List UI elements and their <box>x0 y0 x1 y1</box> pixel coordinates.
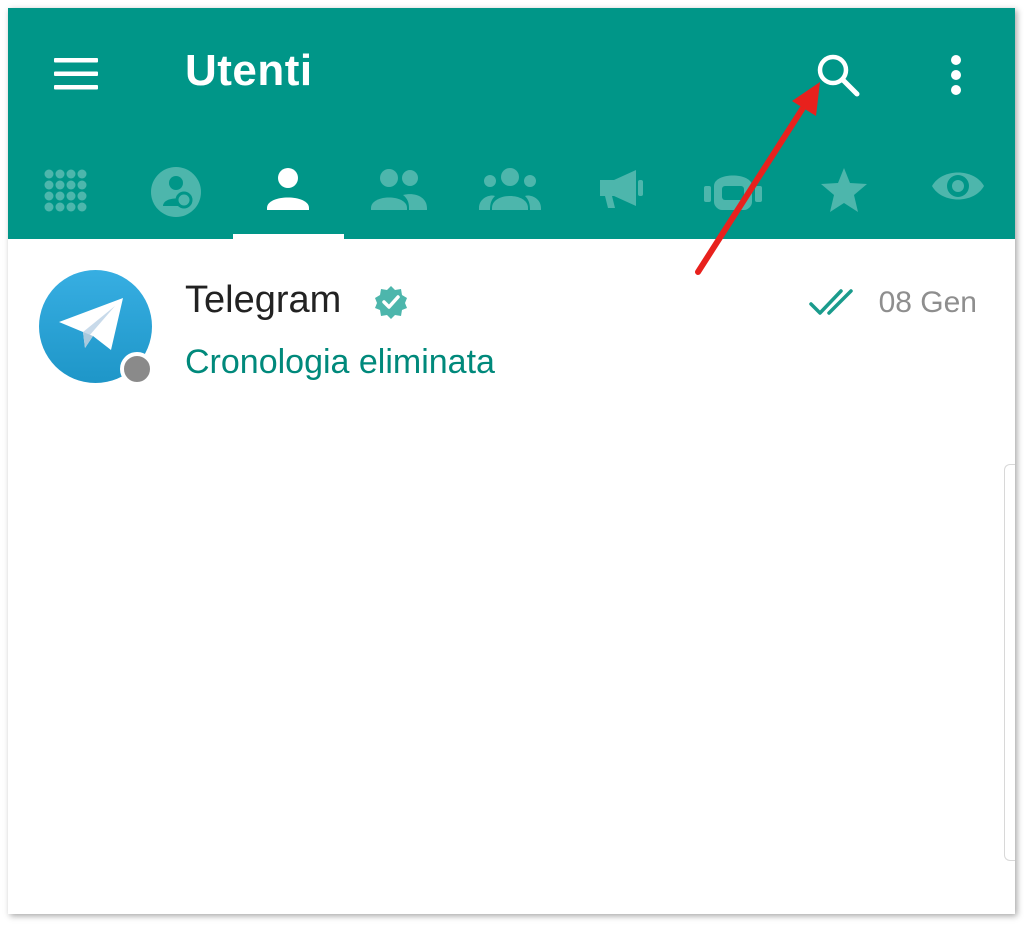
offline-status-indicator <box>120 352 154 386</box>
last-message-preview: Cronologia eliminata <box>185 343 495 381</box>
menu-button[interactable] <box>48 50 104 98</box>
page-title: Utenti <box>185 46 313 95</box>
tab-unread-only[interactable] <box>903 156 1013 239</box>
app-screen: Utenti Telegram Cronologia eliminata 08 … <box>8 8 1015 914</box>
chat-list-item[interactable]: Telegram Cronologia eliminata 08 Gen <box>8 239 1015 399</box>
unread-eye-icon <box>932 172 984 200</box>
verified-badge-icon <box>375 286 407 319</box>
filter-tabs <box>8 156 1015 239</box>
tab-channels[interactable] <box>566 156 676 239</box>
search-button[interactable] <box>808 48 868 102</box>
tab-bots[interactable] <box>678 156 788 239</box>
tab-groups[interactable] <box>344 156 454 239</box>
torn-edge <box>8 904 1015 914</box>
channel-megaphone-icon <box>600 170 643 208</box>
tab-unread[interactable] <box>121 156 231 239</box>
group-icon <box>371 169 427 210</box>
favorites-star-icon <box>821 168 867 212</box>
more-options-button[interactable] <box>934 48 978 102</box>
chat-name: Telegram <box>185 279 342 321</box>
tab-all[interactable] <box>10 156 120 239</box>
unread-contacts-icon <box>151 167 201 217</box>
tab-users[interactable] <box>233 156 343 239</box>
bot-icon <box>704 175 762 210</box>
tab-favorites[interactable] <box>789 156 899 239</box>
scrollbar[interactable] <box>1004 464 1015 861</box>
tab-supergroups[interactable] <box>455 156 565 239</box>
all-chats-grid-icon <box>44 169 87 212</box>
more-vertical-icon <box>951 55 961 95</box>
hamburger-menu-icon <box>54 58 98 90</box>
user-icon <box>267 168 309 210</box>
search-icon <box>817 54 860 97</box>
app-bar: Utenti <box>8 8 1015 239</box>
double-check-icon <box>809 289 853 315</box>
chat-timestamp: 08 Gen <box>878 286 977 319</box>
supergroup-icon <box>479 168 541 210</box>
telegram-logo-icon <box>59 298 123 350</box>
